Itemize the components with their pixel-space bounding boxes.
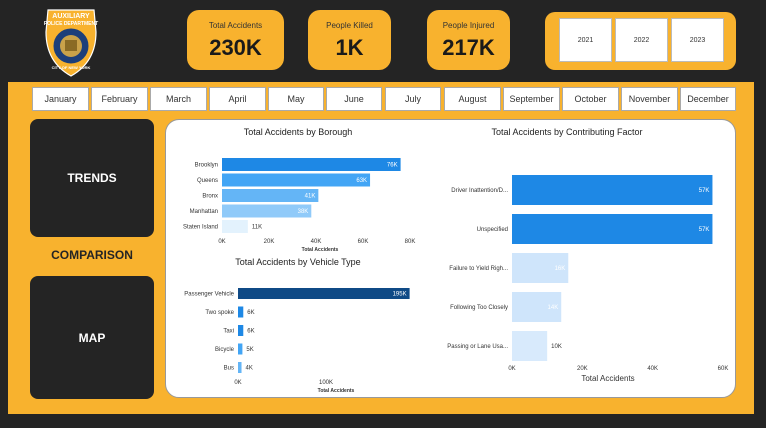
- month-button-july[interactable]: July: [385, 87, 441, 111]
- category-label: Following Too Closely: [450, 305, 508, 311]
- tick-label: 0K: [508, 366, 515, 372]
- month-button-june[interactable]: June: [326, 87, 382, 111]
- category-label: Staten Island: [183, 225, 218, 231]
- bar: [238, 288, 410, 299]
- tick-label: 0K: [234, 380, 241, 386]
- category-label: Passenger Vehicle: [184, 292, 234, 298]
- data-label: 6K: [247, 310, 254, 316]
- charts-panel: Total Accidents by Borough Brooklyn 76K Que…: [165, 119, 736, 398]
- category-label: Queens: [197, 178, 218, 184]
- bar: [238, 306, 244, 318]
- logo-text-top: AUXILIARY: [52, 13, 90, 20]
- month-button-may[interactable]: May: [268, 87, 324, 111]
- bar: [238, 362, 242, 373]
- month-button-january[interactable]: January: [32, 87, 89, 111]
- kpi-label: People Injured: [442, 21, 495, 30]
- year-button-2021[interactable]: 2021: [559, 18, 612, 62]
- data-label: 5K: [246, 347, 253, 353]
- category-label: Taxi: [223, 329, 234, 335]
- kpi-value: 217K: [442, 35, 495, 60]
- bar: [238, 325, 244, 336]
- axis-title: Total Accidents: [581, 374, 634, 383]
- nypd-auxiliary-logo: AUXILIARY POLICE DEPARTMENT CITY OF NEW …: [44, 9, 98, 77]
- category-label: Passing or Lane Usa...: [447, 344, 508, 350]
- month-button-december[interactable]: December: [680, 87, 736, 111]
- bar: [222, 173, 371, 187]
- chart-title: Total Accidents by Contributing Factor: [491, 127, 642, 137]
- category-label: Bus: [224, 366, 234, 372]
- category-label: Bicycle: [215, 347, 235, 353]
- kpi-label: Total Accidents: [208, 21, 263, 30]
- data-label: 6K: [247, 329, 254, 335]
- month-button-march[interactable]: March: [150, 87, 207, 111]
- kpi-value: 1K: [335, 35, 364, 60]
- axis-title: Total Accidents: [318, 388, 355, 394]
- kpi-value: 230K: [209, 35, 262, 60]
- nav-map-button[interactable]: MAP: [30, 276, 154, 399]
- tick-label: 80K: [405, 239, 416, 245]
- data-label: 57K: [699, 188, 710, 194]
- data-label: 14K: [548, 305, 559, 311]
- data-label: 76K: [387, 163, 398, 169]
- kpi-total-accidents: Total Accidents 230K: [187, 10, 284, 70]
- nav-trends-button[interactable]: TRENDS: [30, 119, 154, 237]
- data-label: 4K: [246, 366, 253, 372]
- data-label: 11K: [252, 225, 262, 231]
- category-label: Bronx: [202, 194, 218, 200]
- charts-canvas: Total Accidents by Borough Brooklyn 76K Que…: [183, 127, 729, 394]
- logo-text-mid: POLICE DEPARTMENT: [44, 21, 98, 27]
- year-slicer: 2021 2022 2023: [545, 12, 736, 70]
- category-label: Two spoke: [205, 310, 234, 316]
- tick-label: 20K: [577, 366, 588, 372]
- month-button-february[interactable]: February: [91, 87, 148, 111]
- month-button-april[interactable]: April: [209, 87, 266, 111]
- tick-label: 0K: [218, 239, 225, 245]
- axis-title: Total Accidents: [302, 247, 339, 253]
- category-label: Manhattan: [190, 209, 218, 215]
- data-label: 16K: [555, 266, 566, 272]
- category-label: Unspecified: [477, 227, 508, 233]
- bar: [222, 220, 248, 233]
- tick-label: 20K: [264, 239, 275, 245]
- month-button-august[interactable]: August: [444, 87, 501, 111]
- category-label: Brooklyn: [195, 163, 218, 169]
- chart-title: Total Accidents by Borough: [244, 127, 353, 137]
- month-button-november[interactable]: November: [621, 87, 678, 111]
- chart-title: Total Accidents by Vehicle Type: [235, 257, 360, 267]
- tick-label: 40K: [647, 366, 658, 372]
- tick-label: 60K: [718, 366, 729, 372]
- data-label: 63K: [356, 178, 367, 184]
- year-button-2023[interactable]: 2023: [671, 18, 724, 62]
- tick-label: 40K: [311, 239, 322, 245]
- logo-text-arc: CITY OF NEW YORK: [52, 65, 91, 70]
- data-label: 10K: [551, 344, 562, 350]
- year-button-2022[interactable]: 2022: [615, 18, 668, 62]
- category-label: Failure to Yield Righ...: [449, 266, 508, 272]
- bar: [222, 158, 401, 171]
- data-label: 195K: [393, 292, 407, 298]
- data-label: 57K: [699, 227, 710, 233]
- tick-label: 100K: [319, 380, 333, 386]
- kpi-people-injured: People Injured 217K: [427, 10, 510, 70]
- bar: [512, 331, 548, 361]
- nav-comparison-button[interactable]: COMPARISON: [30, 240, 154, 270]
- kpi-label: People Killed: [326, 21, 373, 30]
- kpi-people-killed: People Killed 1K: [308, 10, 391, 70]
- category-label: Driver Inattention/D...: [451, 188, 508, 194]
- month-button-september[interactable]: September: [503, 87, 560, 111]
- bar: [238, 343, 243, 355]
- bar: [512, 214, 713, 244]
- bar: [512, 175, 713, 205]
- month-button-october[interactable]: October: [562, 87, 619, 111]
- data-label: 41K: [305, 194, 316, 200]
- tick-label: 60K: [358, 239, 369, 245]
- data-label: 38K: [298, 209, 309, 215]
